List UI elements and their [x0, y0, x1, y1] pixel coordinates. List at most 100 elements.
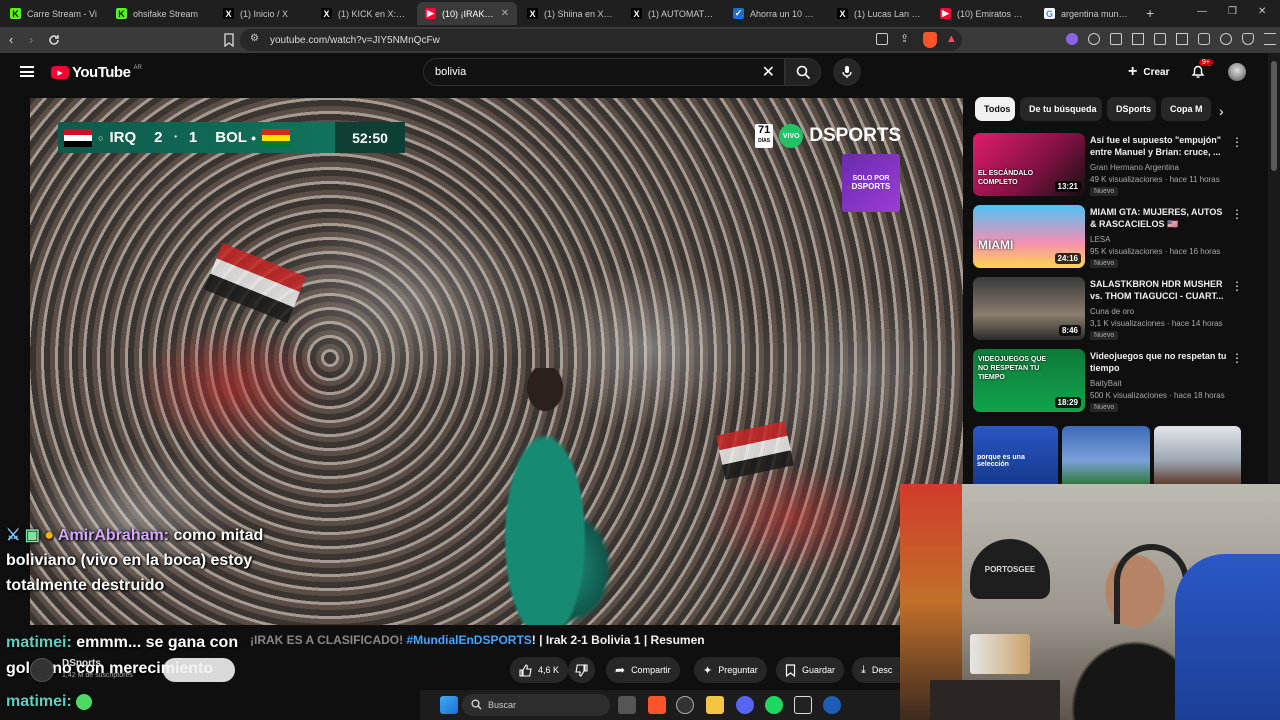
ask-button[interactable]: ✦ Preguntar	[694, 657, 767, 683]
browser-tab[interactable]: ▶ (10) Emiratos Árabe	[932, 2, 1034, 25]
brave-taskbar-icon[interactable]	[648, 696, 666, 714]
channel-name[interactable]: LESA	[1090, 235, 1110, 244]
file-explorer-icon[interactable]	[706, 696, 724, 714]
filter-chip[interactable]: De tu búsqueda	[1020, 97, 1102, 121]
task-view-icon[interactable]	[618, 696, 636, 714]
clear-search-icon[interactable]: ✕	[762, 62, 775, 82]
obs-taskbar-icon[interactable]	[676, 696, 694, 714]
like-button[interactable]: 4,6 K	[510, 657, 569, 683]
short-thumb[interactable]: porque es una selección	[973, 426, 1059, 484]
subscribe-button[interactable]	[163, 658, 235, 682]
channel-name[interactable]: Gran Hermano Argentina	[1090, 163, 1179, 172]
recommendation-item[interactable]: EL ESCÁNDALO COMPLETO 13:21 Así fue el sup…	[973, 133, 1245, 199]
browser-tab[interactable]: K Carre Stream - Vi	[2, 2, 106, 25]
page-scrollbar[interactable]	[1268, 53, 1280, 483]
browser-tab[interactable]: X (1) KICK en X: "https:	[313, 2, 415, 25]
shield-icon[interactable]	[1242, 33, 1254, 45]
sidebar-toggle-icon[interactable]	[1176, 33, 1188, 45]
chips-next-icon[interactable]: ›	[1219, 103, 1224, 119]
maximize-icon[interactable]: ❐	[1228, 6, 1237, 17]
media-icon[interactable]	[1154, 33, 1166, 45]
search-input[interactable]: bolivia ✕	[423, 58, 785, 86]
recommendation-item[interactable]: MIAMI 24:16 MIAMI GTA: MUJERES, AUTOS & RA…	[973, 205, 1245, 271]
browser-tab-title: (1) KICK en X: "https:	[338, 8, 407, 19]
avatar[interactable]	[1228, 63, 1246, 81]
share-button[interactable]: ➦ Compartir	[606, 657, 680, 683]
video-thumbnail[interactable]: 8:46	[973, 277, 1085, 340]
browser-tab[interactable]: ✓ Ahorra un 10 % en	[725, 2, 827, 25]
kick-icon: K	[10, 8, 21, 19]
davinci-taskbar-icon[interactable]	[794, 696, 812, 714]
browser-tab[interactable]: X (1) Inicio / X	[215, 2, 311, 25]
menu-icon[interactable]	[1264, 33, 1276, 45]
brave-shields-icon[interactable]	[923, 32, 937, 48]
video-title[interactable]: Así fue el supuesto "empujón" entre Manu…	[1090, 134, 1230, 158]
reload-icon[interactable]	[47, 33, 61, 47]
search-button[interactable]	[785, 58, 821, 86]
video-thumbnail[interactable]: EL ESCÁNDALO COMPLETO 13:21	[973, 133, 1085, 196]
browser-tab[interactable]: X (1) Shiina en X: "htt	[519, 2, 621, 25]
browser-tab[interactable]: ▶ (10) ¡IRAK es a ✕	[417, 2, 517, 25]
screenshot-icon[interactable]	[1132, 33, 1144, 45]
hamburger-menu-icon[interactable]	[20, 66, 34, 77]
puzzle-icon[interactable]	[1110, 33, 1122, 45]
create-button[interactable]: + Crear	[1120, 59, 1177, 85]
spotify-taskbar-icon[interactable]	[765, 696, 783, 714]
app-taskbar-icon[interactable]	[823, 696, 841, 714]
windows-start-icon[interactable]	[440, 696, 458, 714]
browser-tab[interactable]: Kohsifake Stream	[108, 2, 213, 25]
voice-search-button[interactable]	[833, 58, 861, 86]
extensions-toolbar	[1066, 33, 1276, 47]
filter-chip[interactable]: Copa M	[1161, 97, 1211, 121]
download-button[interactable]: ⤓ Desc	[852, 657, 900, 683]
channel-avatar[interactable]	[30, 658, 54, 682]
more-options-icon[interactable]: ⋮	[1231, 279, 1243, 293]
filter-chip[interactable]: DSports	[1107, 97, 1156, 121]
close-window-icon[interactable]: ✕	[1258, 6, 1266, 17]
dislike-button[interactable]	[568, 657, 595, 683]
filter-chip[interactable]: Todos	[975, 97, 1015, 121]
browser-tab[interactable]: X (1) AUTOMATON	[623, 2, 723, 25]
leo-icon[interactable]	[1066, 33, 1078, 45]
close-tab-icon[interactable]: ✕	[501, 8, 509, 19]
more-options-icon[interactable]: ⋮	[1231, 351, 1243, 365]
channel-name[interactable]: Cuna de oro	[1090, 307, 1134, 316]
taskbar-search[interactable]: Buscar	[462, 694, 610, 716]
hashtag-link[interactable]: #MundialEnDSPORTS	[406, 633, 531, 647]
notifications-button[interactable]: 9+	[1190, 59, 1213, 81]
new-tab-icon[interactable]: +	[1146, 5, 1154, 21]
browser-tab[interactable]: Gargentina mundial	[1036, 2, 1140, 25]
browser-tab[interactable]: X (1) Lucas Lan en X	[829, 2, 930, 25]
channel-name[interactable]: DSports	[62, 658, 101, 669]
youtube-logo[interactable]: ▶ YouTube AR	[51, 64, 142, 81]
discord-taskbar-icon[interactable]	[736, 696, 754, 714]
video-thumbnail[interactable]: VIDEOJUEGOS QUE NO RESPETAN TU TIEMPO 18:…	[973, 349, 1085, 412]
subscriber-count: 1,42 M de suscriptores	[62, 672, 133, 679]
video-title[interactable]: MIAMI GTA: MUJERES, AUTOS & RASCACIELOS …	[1090, 206, 1230, 230]
translate-icon[interactable]	[876, 33, 888, 45]
video-title[interactable]: SALASTKBRON HDR MUSHER vs. THOM TIAGUCCI…	[1090, 278, 1230, 302]
microphone-icon	[842, 66, 852, 78]
minimize-icon[interactable]: —	[1197, 6, 1207, 17]
new-badge: Nuevo	[1090, 187, 1119, 196]
recommendation-item[interactable]: VIDEOJUEGOS QUE NO RESPETAN TU TIEMPO 18:…	[973, 349, 1245, 415]
address-bar[interactable]: ⚙ youtube.com/watch?v=JIY5NMnQcFw	[240, 29, 962, 51]
share-icon[interactable]: ⇪	[900, 32, 909, 45]
ai-icon[interactable]	[1220, 33, 1232, 45]
site-info-icon[interactable]: ⚙	[250, 33, 259, 44]
more-options-icon[interactable]: ⋮	[1231, 207, 1243, 221]
more-options-icon[interactable]: ⋮	[1231, 135, 1243, 149]
channel-name[interactable]: BaityBait	[1090, 379, 1122, 388]
save-button[interactable]: Guardar	[776, 657, 845, 683]
recommendation-item[interactable]: 8:46 SALASTKBRON HDR MUSHER vs. THOM TIAG…	[973, 277, 1245, 343]
short-thumb[interactable]	[1153, 426, 1241, 484]
short-thumb[interactable]	[1062, 426, 1150, 484]
brave-rewards-icon[interactable]: ▲	[946, 33, 957, 45]
bookmark-icon[interactable]	[223, 33, 235, 47]
audio-icon[interactable]	[1088, 33, 1100, 45]
video-title[interactable]: Videojuegos que no respetan tu tiempo	[1090, 350, 1230, 374]
forward-icon[interactable]: ›	[29, 32, 45, 48]
wallet-icon[interactable]	[1198, 33, 1210, 45]
video-thumbnail[interactable]: MIAMI 24:16	[973, 205, 1085, 268]
back-icon[interactable]: ‹	[9, 32, 25, 48]
